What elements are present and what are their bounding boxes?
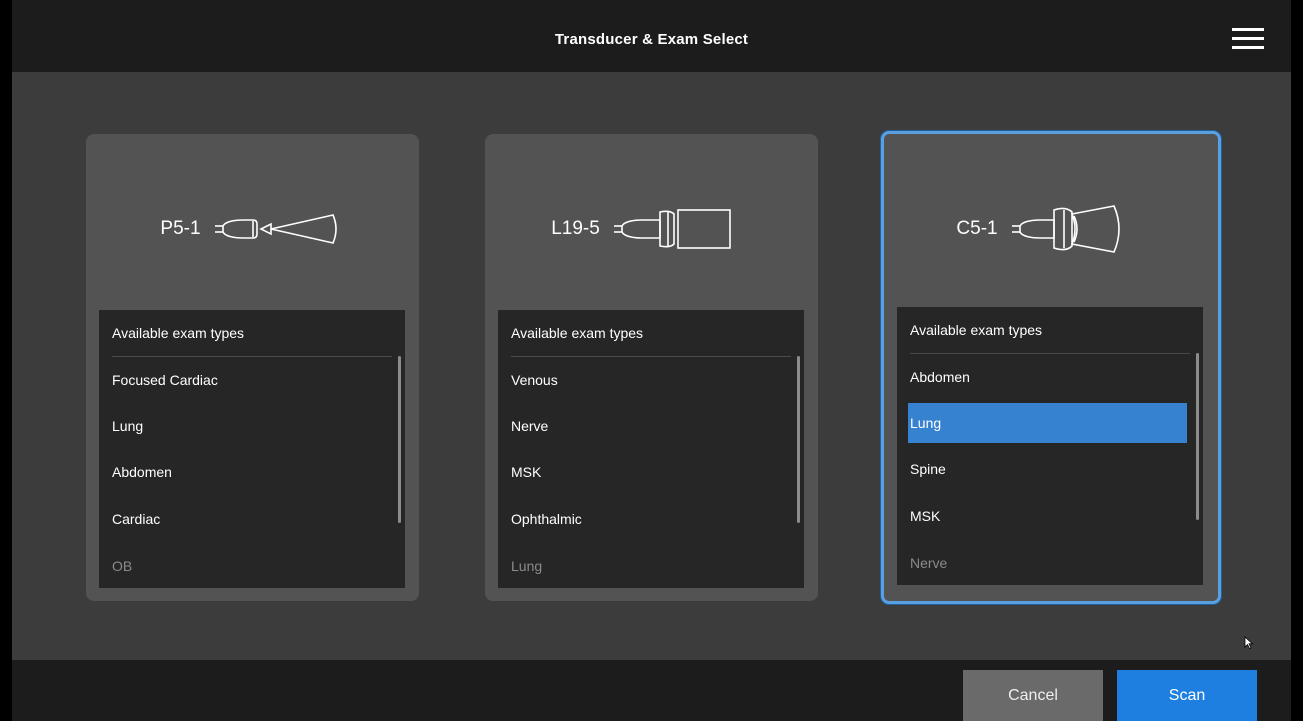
transducer-card-p5-1[interactable]: P5-1 Available exam types Focused Cardia… [86, 134, 419, 601]
transducer-header: P5-1 [86, 194, 419, 264]
exam-item[interactable]: Abdomen [112, 452, 392, 492]
exam-list[interactable]: Available exam types Abdomen Lung Spine … [897, 307, 1203, 585]
exam-item[interactable]: Spine [910, 449, 1190, 489]
exam-item[interactable]: Lung [112, 406, 392, 446]
exam-item-selected[interactable]: Lung [908, 403, 1187, 443]
top-bar: Transducer & Exam Select [12, 0, 1291, 72]
curved-probe-icon [1011, 205, 1120, 253]
hamburger-menu-icon[interactable] [1232, 28, 1264, 50]
transducer-card-l19-5[interactable]: L19-5 Available exam types Venous Nerve … [485, 134, 818, 601]
exam-list-header: Available exam types [910, 322, 1190, 354]
exam-item[interactable]: Nerve [511, 406, 791, 446]
transducer-name: C5-1 [956, 218, 998, 239]
transducer-header: L19-5 [485, 194, 818, 264]
scrollbar[interactable] [1196, 353, 1199, 520]
app-window: Transducer & Exam Select P5-1 Available … [12, 0, 1291, 721]
exam-item[interactable]: Nerve [910, 543, 1190, 583]
transducer-name: L19-5 [551, 218, 600, 239]
exam-item[interactable]: Focused Cardiac [112, 360, 392, 400]
exam-item[interactable]: OB [112, 546, 392, 586]
exam-list-header: Available exam types [511, 325, 791, 357]
exam-item[interactable]: Cardiac [112, 499, 392, 539]
transducer-card-c5-1[interactable]: C5-1 Available exam types Abdomen Lung S… [881, 131, 1221, 604]
phased-array-probe-icon [214, 214, 337, 244]
exam-item[interactable]: Abdomen [910, 357, 1190, 397]
scrollbar[interactable] [797, 356, 800, 523]
exam-item[interactable]: MSK [910, 496, 1190, 536]
exam-item[interactable]: Venous [511, 360, 791, 400]
exam-list-header: Available exam types [112, 325, 392, 357]
scan-button[interactable]: Scan [1117, 670, 1257, 721]
exam-list[interactable]: Available exam types Focused Cardiac Lun… [99, 310, 405, 588]
transducer-header: C5-1 [884, 194, 1218, 264]
mouse-pointer-icon [1244, 636, 1254, 650]
exam-list[interactable]: Available exam types Venous Nerve MSK Op… [498, 310, 804, 588]
exam-item[interactable]: MSK [511, 452, 791, 492]
exam-item[interactable]: Lung [511, 546, 791, 586]
exam-item[interactable]: Ophthalmic [511, 499, 791, 539]
page-title: Transducer & Exam Select [554, 31, 749, 48]
linear-probe-icon [613, 209, 731, 249]
scrollbar[interactable] [398, 356, 401, 523]
cancel-button[interactable]: Cancel [963, 670, 1103, 721]
transducer-name: P5-1 [160, 218, 201, 239]
